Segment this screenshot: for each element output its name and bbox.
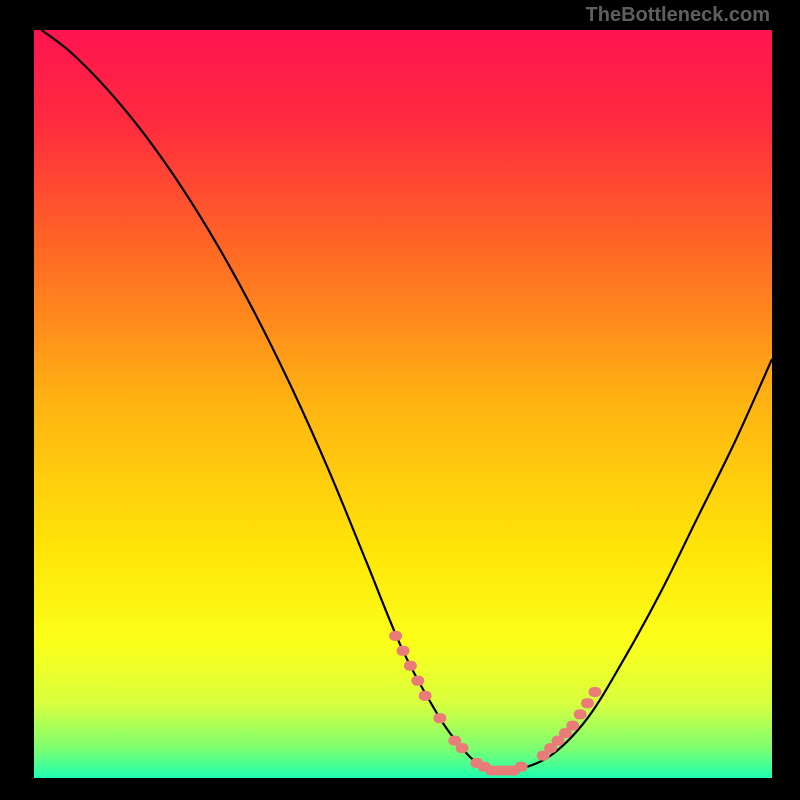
marker-dot [515,762,528,772]
marker-dot [433,713,446,723]
highlight-dots [389,631,601,776]
marker-dot [419,691,432,701]
canvas-frame: TheBottleneck.com [0,0,800,800]
marker-dot [456,743,469,753]
plot-area [34,30,772,778]
marker-dot [588,687,601,697]
attribution-text: TheBottleneck.com [586,4,770,27]
marker-dot [404,661,417,671]
bottleneck-curve [41,30,772,772]
marker-dot [581,698,594,708]
marker-dot [397,646,410,656]
marker-dot [574,709,587,719]
marker-dot [389,631,402,641]
chart-svg [34,30,772,778]
marker-dot [566,721,579,731]
marker-dot [411,676,424,686]
